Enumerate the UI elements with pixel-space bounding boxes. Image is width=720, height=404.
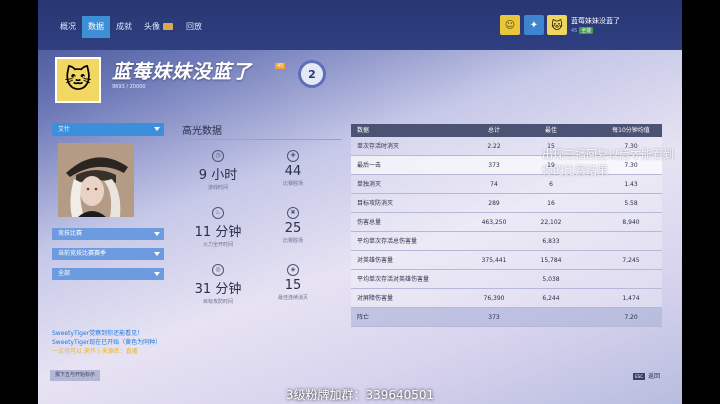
friends-icon[interactable]: ☺ [500, 15, 520, 35]
highlight-item: ✖ 25 比赛胜场 [282, 207, 303, 244]
mini-avatar[interactable]: 🐱 [547, 15, 567, 35]
sword-icon: ✖ [287, 207, 299, 219]
chevron-down-icon [154, 252, 160, 256]
chat-message: 一点也可以 来作 | 来源名：直播 [52, 348, 138, 355]
tab-statistics[interactable]: 数据 [82, 16, 110, 38]
highlight-item: ✚ 44 比赛胜场 [282, 150, 303, 187]
highlight-item: ♨ 11 分钟 火力全开时间 [194, 207, 242, 248]
target-icon: ◎ [212, 264, 224, 276]
esc-key-icon: ESC [633, 373, 645, 380]
top-bar: 概况 数据 成就 头像 回放 ☺ ✦ 🐱 蓝莓妹妹没蓝了 45 全能 [38, 0, 682, 50]
hero-portrait [58, 143, 134, 217]
tab-replays[interactable]: 回放 [180, 16, 208, 38]
highlight-item: ◷ 9 小时 游戏时间 [198, 150, 238, 191]
mini-player-name: 蓝莓妹妹没蓝了 [571, 17, 620, 25]
table-row: 阵亡 373 7.20 [351, 308, 662, 327]
group-icon[interactable]: ✦ [524, 15, 544, 35]
highlight-item: ◎ 31 分钟 目标攻防时间 [194, 264, 242, 305]
table-row: 目标攻防消灭 289 16 5.58 [351, 194, 662, 213]
player-name: 蓝莓妹妹没蓝了 [112, 61, 253, 83]
player-xp: 9693 / 20000 [112, 84, 146, 90]
highlights-title: 高光数据 [182, 126, 222, 137]
player-level-tag: 45 [275, 63, 286, 69]
season-dropdown[interactable]: 当前竞技比赛赛季 [52, 248, 164, 260]
chat-message: SweetyTiger现在已开始（黄色为同种） [52, 339, 162, 346]
table-row: 对屏障伤害量 76,390 6,244 1,474 [351, 289, 662, 308]
tab-achievements[interactable]: 成就 [110, 16, 138, 38]
mode-dropdown[interactable]: 竞技比赛 [52, 228, 164, 240]
divider [182, 139, 342, 140]
chat-message: SweetyTiger觉察到你还能看见！ [52, 330, 144, 337]
stream-watermark: 3级粉牌加群：339640501 [285, 388, 435, 402]
table-row: 平均单次存活总伤害量 6,833 [351, 232, 662, 251]
crosshair-icon: ✚ [287, 150, 299, 162]
clock-icon: ◷ [212, 150, 224, 162]
mini-player-level: 45 全能 [571, 27, 594, 34]
prestige-badge: 2 [298, 60, 326, 88]
shield-icon: ◈ [287, 264, 299, 276]
career-profile-screen: 概况 数据 成就 头像 回放 ☺ ✦ 🐱 蓝莓妹妹没蓝了 45 全能 🐱 蓝莓妹妹… [38, 0, 682, 404]
tab-overview[interactable]: 概况 [54, 16, 82, 38]
scope-dropdown[interactable]: 全部 [52, 268, 164, 280]
role-badge: 全能 [579, 27, 594, 34]
lock-icon [163, 23, 173, 30]
player-avatar: 🐱 [55, 57, 101, 103]
chevron-down-icon [154, 232, 160, 236]
table-row: 对英雄伤害量 375,441 15,784 7,245 [351, 251, 662, 270]
report-button[interactable]: 报下五与开始标示 [50, 370, 101, 381]
chat-log: SweetyTiger觉察到你还能看见！ SweetyTiger现在已开始（黄色… [52, 329, 161, 356]
tab-avatar[interactable]: 头像 [138, 16, 179, 38]
highlight-item: ◈ 15 最佳连续消灭 [277, 264, 308, 301]
fire-icon: ♨ [212, 207, 224, 219]
stream-overlay-text: 出现三播回复以后才能看到你的比赛结果 [542, 148, 674, 177]
hero-select-dropdown[interactable]: 艾什 [52, 123, 164, 136]
table-header: 数据 总计 最佳 每10分钟均值 [351, 124, 662, 137]
table-row: 平均单次存活对英雄伤害量 5,038 [351, 270, 662, 289]
chevron-down-icon [154, 272, 160, 276]
table-row: 伤害总量 463,250 22,102 8,940 [351, 213, 662, 232]
chevron-down-icon [154, 127, 160, 131]
back-button[interactable]: ESC 返回 [633, 371, 660, 380]
